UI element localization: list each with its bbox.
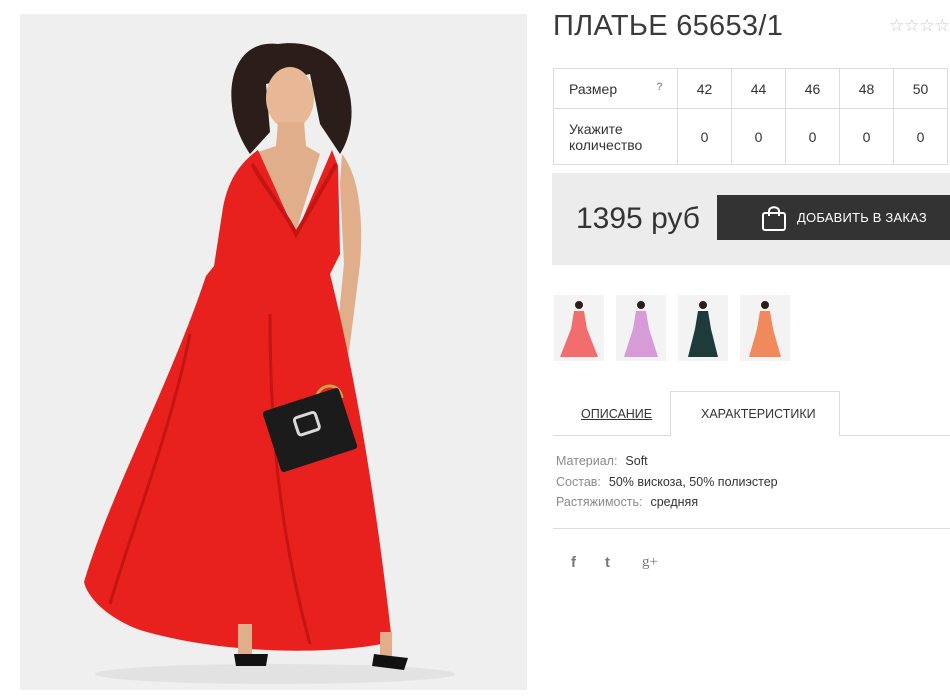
spec-row: Растяжимость: средняя	[556, 495, 778, 516]
thumbnail-image	[560, 301, 598, 357]
tab-description-label: ОПИСАНИЕ	[581, 407, 653, 421]
google-plus-icon[interactable]: g+	[642, 554, 658, 571]
size-label-cell: Размер ?	[553, 68, 678, 109]
shopping-bag-icon	[762, 206, 786, 231]
thumbnail-image	[749, 301, 781, 357]
size-cell: 50	[893, 68, 948, 109]
characteristics-list: Материал: Soft Состав: 50% вискоза, 50% по…	[556, 454, 778, 516]
quantity-label: Укажите количество	[553, 108, 678, 165]
spec-value: Soft	[625, 454, 648, 468]
dress-model-image	[20, 14, 527, 690]
size-cell: 48	[839, 68, 894, 109]
product-main-photo[interactable]	[20, 14, 527, 690]
thumbnail[interactable]	[740, 295, 790, 361]
size-cell: 42	[677, 68, 732, 109]
thumbnail[interactable]	[616, 295, 666, 361]
spec-key: Растяжимость:	[556, 495, 643, 509]
twitter-icon[interactable]: t	[605, 554, 610, 571]
spec-value: средняя	[650, 495, 699, 509]
thumbnail[interactable]	[554, 295, 604, 361]
size-quantity-table: Размер ? 42 44 46 48 50 Укажите количест…	[553, 68, 948, 165]
add-to-order-button[interactable]: ДОБАВИТЬ В ЗАКАЗ	[717, 195, 950, 240]
tab-description[interactable]: ОПИСАНИЕ	[553, 391, 670, 435]
add-to-order-label: ДОБАВИТЬ В ЗАКАЗ	[797, 210, 927, 225]
price: 1395 руб	[576, 202, 700, 235]
thumbnail-image	[688, 301, 718, 357]
size-cell: 46	[785, 68, 840, 109]
quantity-input[interactable]: 0	[785, 108, 840, 165]
thumbnail[interactable]	[678, 295, 728, 361]
spec-key: Состав:	[556, 474, 601, 489]
tab-characteristics[interactable]: ХАРАКТЕРИСТИКИ	[670, 391, 840, 437]
quantity-row: Укажите количество 0 0 0 0 0	[553, 108, 948, 165]
price-panel: 1395 руб ДОБАВИТЬ В ЗАКАЗ	[552, 173, 950, 265]
spec-row: Состав: 50% вискоза, 50% полиэстер	[556, 475, 778, 496]
tab-characteristics-label: ХАРАКТЕРИСТИКИ	[701, 407, 816, 421]
quantity-input[interactable]: 0	[677, 108, 732, 165]
help-icon[interactable]: ?	[656, 81, 663, 93]
spec-value: 50% вискоза, 50% полиэстер	[608, 474, 778, 489]
size-cell: 44	[731, 68, 786, 109]
quantity-input[interactable]: 0	[839, 108, 894, 165]
thumbnail-image	[624, 301, 658, 357]
divider	[553, 528, 950, 529]
product-title: ПЛАТЬЕ 65653/1	[553, 10, 784, 42]
spec-key: Материал:	[556, 454, 618, 468]
rating-stars[interactable]: ☆☆☆☆	[889, 16, 950, 36]
size-row: Размер ? 42 44 46 48 50	[553, 68, 948, 109]
size-label: Размер	[569, 80, 618, 97]
quantity-input[interactable]: 0	[893, 108, 948, 165]
facebook-icon[interactable]: f	[571, 554, 576, 571]
spec-row: Материал: Soft	[556, 454, 778, 475]
product-tabs: ОПИСАНИЕ ХАРАКТЕРИСТИКИ	[553, 391, 950, 437]
quantity-input[interactable]: 0	[731, 108, 786, 165]
